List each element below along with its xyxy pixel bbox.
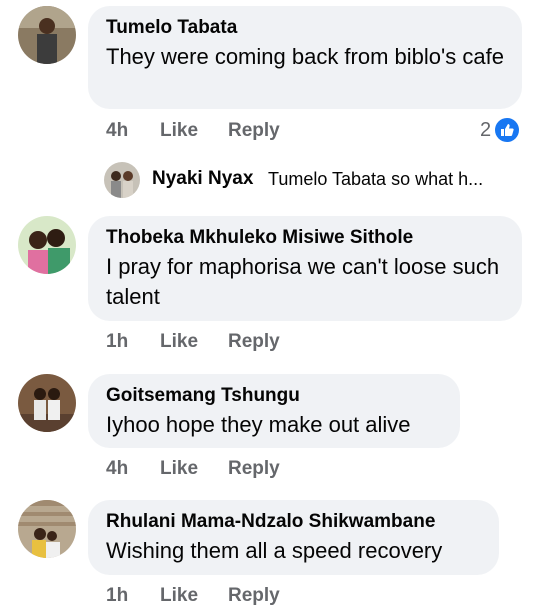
comment-time[interactable]: 4h [106, 120, 128, 142]
comment-text: Iyhoo hope they make out alive [106, 412, 411, 437]
comment-time[interactable]: 4h [106, 458, 128, 480]
comment-time[interactable]: 1h [106, 585, 128, 607]
comment-time[interactable]: 1h [106, 331, 128, 353]
reply-author-name[interactable]: Nyaki Nyax [152, 168, 253, 190]
like-button[interactable]: Like [160, 458, 198, 480]
like-button[interactable]: Like [160, 331, 198, 353]
reply-button[interactable]: Reply [228, 331, 280, 353]
reply-button[interactable]: Reply [228, 585, 280, 607]
like-button[interactable]: Like [160, 585, 198, 607]
commenter-name[interactable]: Thobeka Mkhuleko Misiwe Sithole [106, 226, 506, 250]
avatar[interactable] [104, 162, 140, 198]
commenter-name[interactable]: Tumelo Tabata [106, 16, 506, 40]
comment-bubble: Tumelo Tabata They were coming back from… [88, 6, 522, 109]
reply-text: Tumelo Tabata so what h... [268, 169, 484, 189]
reaction-count[interactable]: 2 [480, 118, 520, 142]
comment-bubble: Thobeka Mkhuleko Misiwe Sithole I pray f… [88, 216, 522, 321]
like-button[interactable]: Like [160, 120, 198, 142]
reply-preview[interactable]: Nyaki Nyax Tumelo Tabata so what h... [104, 160, 534, 200]
thumbs-up-icon [495, 118, 520, 142]
commenter-name[interactable]: Rhulani Mama-Ndzalo Shikwambane [106, 510, 483, 534]
commenter-name[interactable]: Goitsemang Tshungu [106, 384, 444, 408]
comment-text: I pray for maphorisa we can't loose such… [106, 254, 500, 309]
avatar[interactable] [18, 500, 76, 558]
reply-button[interactable]: Reply [228, 458, 280, 480]
comment-bubble: Goitsemang Tshungu Iyhoo hope they make … [88, 374, 460, 448]
comment-bubble: Rhulani Mama-Ndzalo Shikwambane Wishing … [88, 500, 499, 575]
avatar[interactable] [18, 374, 76, 432]
reaction-count-number: 2 [480, 118, 492, 141]
reply-button[interactable]: Reply [228, 120, 280, 142]
avatar[interactable] [18, 6, 76, 64]
avatar[interactable] [18, 216, 76, 274]
comment-text: They were coming back from biblo's cafe [106, 44, 504, 69]
comment-text: Wishing them all a speed recovery [106, 538, 443, 563]
